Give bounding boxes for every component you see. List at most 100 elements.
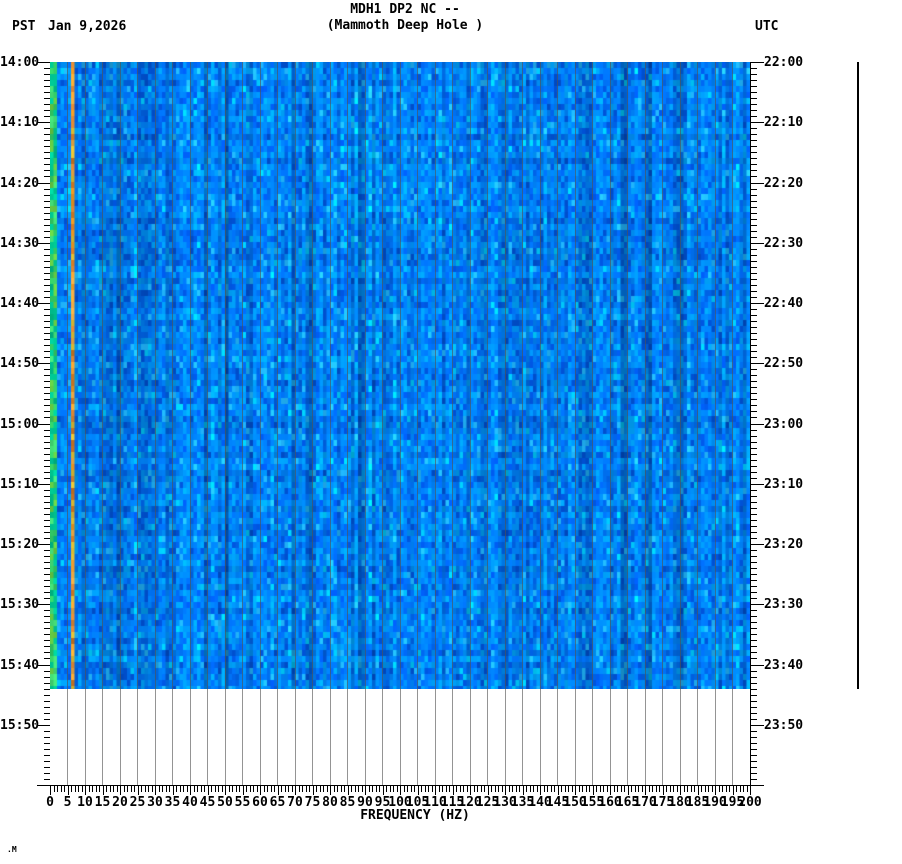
time-tick-right — [751, 712, 757, 714]
time-tick-right — [751, 321, 757, 323]
time-tick-left — [44, 670, 50, 672]
freq-tick — [141, 786, 142, 792]
freq-tick — [99, 786, 100, 792]
time-tick-right — [751, 242, 764, 244]
freq-tick — [316, 786, 317, 792]
time-tick-left — [44, 188, 50, 190]
time-tick-left — [44, 766, 50, 768]
freq-tick — [694, 786, 695, 792]
frequency-gridline — [732, 62, 733, 785]
freq-tick — [589, 786, 590, 792]
freq-tick — [718, 786, 720, 792]
freq-tick — [270, 786, 272, 792]
time-label-right: 22:20 — [764, 175, 804, 191]
freq-tick — [256, 786, 258, 792]
time-tick-right — [751, 495, 757, 497]
freq-tick — [204, 786, 205, 792]
time-tick-left — [44, 272, 50, 274]
time-tick-right — [751, 381, 757, 383]
time-tick-right — [751, 670, 757, 672]
freq-tick — [102, 786, 104, 795]
freq-tick — [568, 786, 569, 792]
time-tick-right — [751, 652, 757, 654]
freq-tick — [162, 786, 163, 792]
freq-tick — [120, 786, 121, 795]
time-tick-left — [44, 128, 50, 130]
time-tick-left — [44, 164, 50, 166]
time-tick-right — [751, 574, 757, 576]
freq-tick — [683, 786, 685, 792]
frequency-gridline — [557, 62, 558, 785]
time-tick-left — [44, 525, 50, 527]
frequency-gridline — [469, 62, 471, 785]
freq-tick — [543, 786, 545, 792]
freq-tick — [319, 786, 321, 792]
time-label-left: 15:30 — [0, 597, 40, 613]
freq-tick — [459, 786, 461, 792]
time-tick-left — [44, 658, 50, 660]
frequency-gridline — [609, 62, 611, 785]
frequency-gridline — [259, 62, 261, 785]
freq-tick — [610, 786, 611, 795]
time-tick-right — [751, 393, 757, 395]
time-tick-left — [44, 465, 50, 467]
time-tick-right — [751, 248, 757, 250]
spectrogram-page: MDH1 DP2 NC -- (Mammoth Deep Hole ) PST … — [0, 0, 902, 864]
time-tick-right — [751, 748, 757, 750]
freq-tick — [109, 786, 111, 792]
time-tick-left — [44, 266, 50, 268]
freq-tick — [410, 786, 412, 792]
freq-tick — [179, 786, 181, 792]
freq-tick — [729, 786, 730, 792]
freq-tick — [540, 786, 541, 795]
time-tick-left — [44, 640, 50, 642]
frequency-gridline — [347, 62, 348, 785]
page-title: MDH1 DP2 NC -- (Mammoth Deep Hole ) — [105, 2, 705, 34]
time-label-left: 14:20 — [0, 175, 40, 191]
time-tick-left — [44, 700, 50, 702]
time-tick-right — [751, 74, 757, 76]
time-tick-right — [751, 501, 757, 503]
freq-tick — [550, 786, 552, 792]
freq-tick — [116, 786, 118, 792]
freq-tick — [463, 786, 464, 792]
frequency-gridline — [627, 62, 628, 785]
freq-tick — [193, 786, 195, 792]
freq-tick — [659, 786, 660, 792]
timezone-right: UTC — [755, 19, 779, 34]
freq-tick — [491, 786, 492, 792]
freq-tick — [267, 786, 268, 792]
freq-tick — [708, 786, 709, 792]
freq-tick — [288, 786, 289, 792]
date-label: Jan 9,2026 — [48, 19, 127, 34]
freq-tick — [396, 786, 398, 792]
freq-tick — [92, 786, 93, 792]
time-tick-left — [44, 537, 50, 539]
freq-tick — [57, 786, 58, 792]
freq-tick — [655, 786, 657, 792]
time-tick-right — [751, 140, 757, 142]
time-tick-right — [751, 315, 757, 317]
freq-tick — [519, 786, 520, 792]
freq-tick — [123, 786, 125, 792]
time-tick-left — [44, 200, 50, 202]
frequency-gridline — [154, 62, 156, 785]
time-tick-left — [44, 580, 50, 582]
freq-tick — [235, 786, 237, 792]
time-tick-left — [44, 477, 50, 479]
time-tick-right — [751, 182, 764, 184]
time-tick-left — [44, 327, 50, 329]
time-tick-left — [44, 513, 50, 515]
freq-tick — [368, 786, 370, 792]
time-tick-left — [44, 646, 50, 648]
time-label-right: 22:00 — [764, 55, 804, 70]
time-tick-left — [44, 387, 50, 389]
time-tick-right — [751, 634, 757, 636]
time-tick-right — [751, 580, 757, 582]
freq-tick — [144, 786, 146, 792]
freq-tick — [158, 786, 160, 792]
freq-tick — [641, 786, 643, 792]
time-tick-left — [44, 68, 50, 70]
time-tick-left — [44, 459, 50, 461]
time-tick-left — [37, 785, 50, 786]
